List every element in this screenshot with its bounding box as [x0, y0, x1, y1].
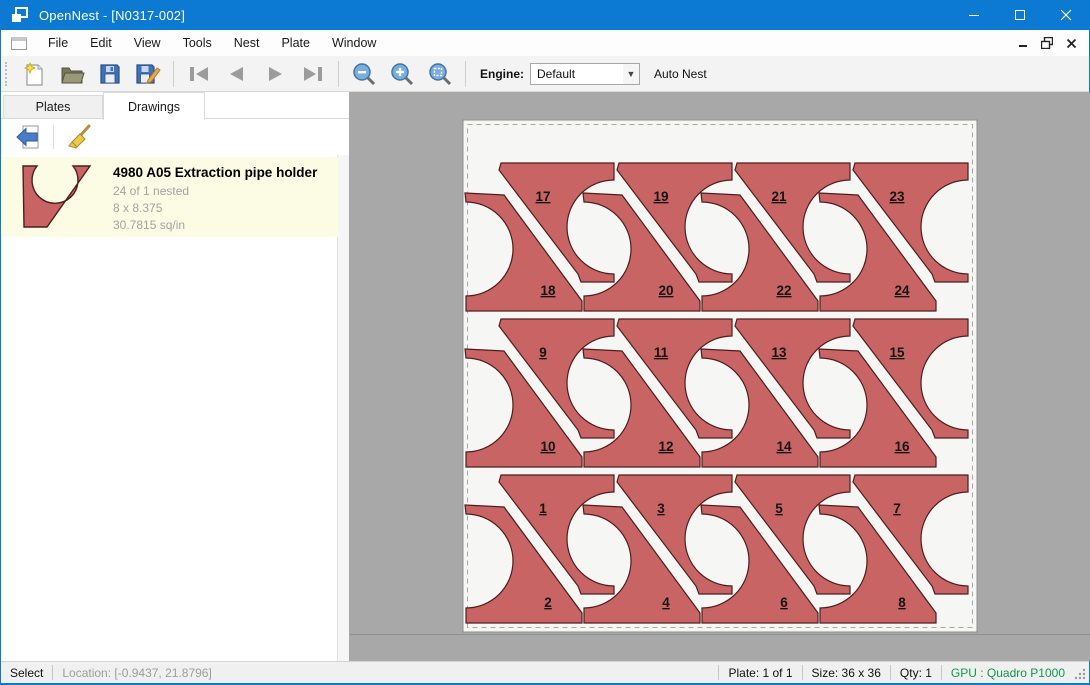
document-icon[interactable]: [11, 37, 27, 50]
tab-plates[interactable]: Plates: [3, 95, 103, 119]
part-label-23: 23: [889, 189, 905, 204]
part-label-18: 18: [540, 283, 556, 298]
nest-view[interactable]: 171819202122232491011121314151612345678: [349, 92, 1090, 661]
engine-label: Engine:: [480, 67, 524, 81]
open-file-button[interactable]: [55, 59, 89, 89]
part-label-20: 20: [658, 283, 673, 298]
toolbar-separator: [53, 125, 54, 149]
minimize-button[interactable]: [951, 0, 997, 30]
part-thumbnail: [21, 164, 93, 230]
toolbar-separator: [465, 61, 466, 87]
status-bar: Select Location: [-0.9437, 21.8796] Plat…: [1, 661, 1089, 683]
part-label-1: 1: [539, 501, 547, 516]
toolbar-separator: [173, 61, 174, 87]
part-label-13: 13: [771, 345, 787, 360]
menu-item-edit[interactable]: Edit: [79, 32, 123, 54]
new-file-button[interactable]: [17, 59, 51, 89]
toolbar-separator: [338, 61, 339, 87]
part-label-8: 8: [898, 595, 906, 610]
part-label-3: 3: [657, 501, 665, 516]
part-label-4: 4: [662, 595, 670, 610]
tab-strip: Plates Drawings: [1, 92, 349, 119]
zoom-in-button[interactable]: [385, 59, 419, 89]
next-plate-button[interactable]: [258, 59, 292, 89]
side-panel: Plates Drawings: [1, 92, 349, 661]
previous-plate-button[interactable]: [220, 59, 254, 89]
clear-drawings-icon[interactable]: [64, 123, 94, 151]
drawings-list: 4980 A05 Extraction pipe holder 24 of 1 …: [1, 155, 338, 661]
drawings-toolbar: [1, 120, 349, 153]
status-plate: Plate: 1 of 1: [728, 666, 792, 680]
status-location: Location: [-0.9437, 21.8796]: [62, 666, 211, 680]
menu-bar: FileEditViewToolsNestPlateWindow: [1, 30, 1089, 56]
part-label-16: 16: [894, 439, 910, 454]
part-label-10: 10: [540, 439, 555, 454]
part-label-17: 17: [535, 189, 550, 204]
close-button[interactable]: [1043, 0, 1089, 30]
part-label-15: 15: [889, 345, 905, 360]
drawing-area: 30.7815 sq/in: [113, 217, 317, 234]
part-label-14: 14: [776, 439, 792, 454]
main-toolbar: Engine: Default ▼ Auto Nest: [1, 56, 1089, 92]
title-bar: OpenNest - [N0317-002]: [1, 0, 1089, 30]
zoom-extents-button[interactable]: [423, 59, 457, 89]
last-plate-button[interactable]: [296, 59, 330, 89]
part-label-6: 6: [780, 595, 788, 610]
menu-item-tools[interactable]: Tools: [172, 32, 223, 54]
menu-item-file[interactable]: File: [37, 32, 79, 54]
status-size: Size: 36 x 36: [812, 666, 881, 680]
save-as-button[interactable]: [131, 59, 165, 89]
menu-item-view[interactable]: View: [123, 32, 172, 54]
drawing-size: 8 x 8.375: [113, 200, 317, 217]
mdi-close-icon[interactable]: [1061, 33, 1081, 53]
mdi-minimize-icon[interactable]: [1013, 33, 1033, 53]
resize-grip[interactable]: [1074, 668, 1086, 680]
status-mode: Select: [10, 666, 43, 680]
window-body: Plates Drawings: [1, 92, 1089, 661]
menu-items: FileEditViewToolsNestPlateWindow: [37, 32, 387, 54]
part-label-11: 11: [654, 345, 669, 360]
engine-value: Default: [531, 67, 623, 81]
auto-nest-button[interactable]: Auto Nest: [654, 67, 707, 81]
zoom-out-button[interactable]: [347, 59, 381, 89]
tab-drawings[interactable]: Drawings: [103, 92, 205, 120]
app-icon: [11, 7, 31, 23]
save-button[interactable]: [93, 59, 127, 89]
part-label-9: 9: [539, 345, 547, 360]
menu-item-plate[interactable]: Plate: [270, 32, 321, 54]
part-label-22: 22: [776, 283, 791, 298]
window-title: OpenNest - [N0317-002]: [39, 8, 185, 23]
first-plate-button[interactable]: [182, 59, 216, 89]
app-window: OpenNest - [N0317-002] FileEditViewTools…: [0, 0, 1090, 685]
engine-select[interactable]: Default ▼: [530, 63, 640, 85]
toolbar-grip[interactable]: [5, 62, 11, 86]
drawing-title: 4980 A05 Extraction pipe holder: [113, 165, 317, 180]
import-drawing-button[interactable]: [13, 123, 43, 151]
part-label-5: 5: [775, 501, 783, 516]
part-label-12: 12: [658, 439, 673, 454]
drawing-nested-count: 24 of 1 nested: [113, 183, 317, 200]
part-label-21: 21: [771, 189, 787, 204]
maximize-button[interactable]: [997, 0, 1043, 30]
part-label-7: 7: [893, 501, 901, 516]
part-label-24: 24: [894, 283, 910, 298]
chevron-down-icon[interactable]: ▼: [623, 64, 639, 84]
nest-canvas[interactable]: 171819202122232491011121314151612345678: [349, 92, 1090, 661]
part-label-19: 19: [653, 189, 668, 204]
status-gpu: GPU : Quadro P1000: [951, 666, 1065, 680]
part-label-2: 2: [544, 595, 552, 610]
status-qty: Qty: 1: [900, 666, 932, 680]
menu-item-window[interactable]: Window: [321, 32, 387, 54]
mdi-restore-icon[interactable]: [1037, 33, 1057, 53]
drawing-list-item[interactable]: 4980 A05 Extraction pipe holder 24 of 1 …: [1, 157, 338, 237]
vertical-scrollbar[interactable]: [338, 155, 349, 661]
menu-item-nest[interactable]: Nest: [223, 32, 271, 54]
